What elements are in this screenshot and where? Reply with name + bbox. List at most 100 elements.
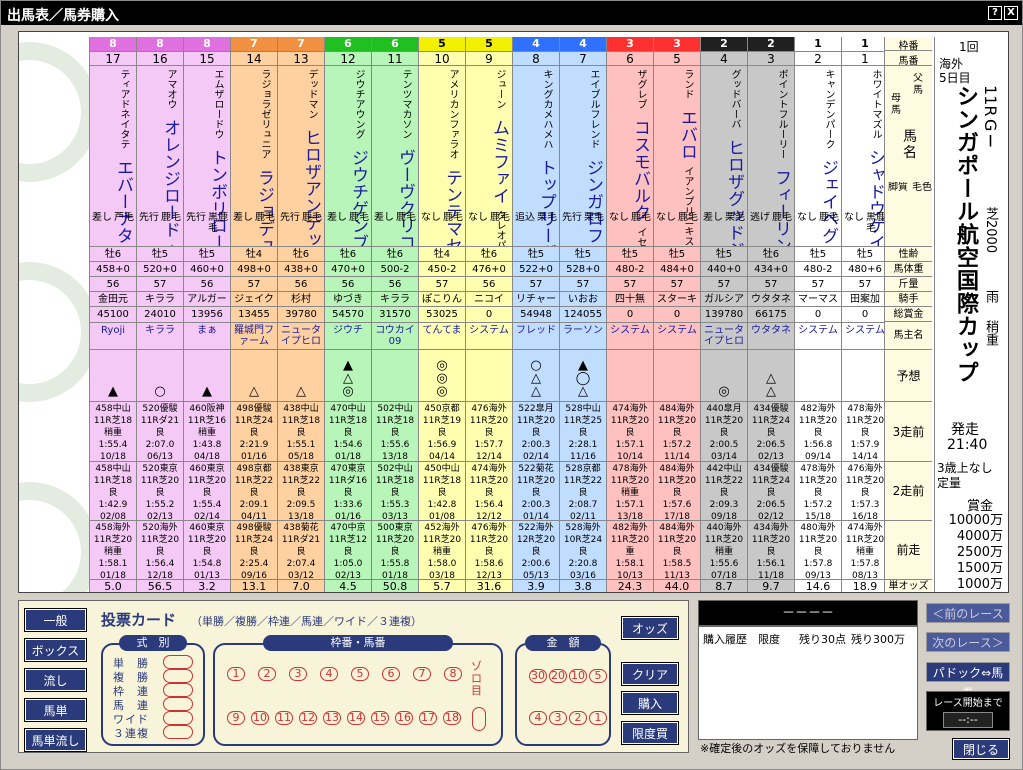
bet-type-toggle[interactable]: [163, 711, 193, 725]
horse-number-toggle[interactable]: 11: [275, 711, 293, 725]
bet-type-toggle[interactable]: [163, 697, 193, 711]
prediction-marks[interactable]: ▲ △ ◎: [325, 349, 371, 401]
prediction-marks[interactable]: [842, 349, 888, 401]
past-race-line: 480海外: [800, 523, 836, 533]
horse-number-toggle[interactable]: 12: [299, 711, 317, 725]
horse-column[interactable]: 59ジューンムミファイクレオパトラバールなし鹿毛牡6476+056ニコイ0システ…: [465, 37, 512, 592]
horse-name[interactable]: ジウチゲンブー: [346, 149, 371, 246]
horse-column[interactable]: 714ラジョラゼリュニアラジョデュランテラジョウオイシュ差し鹿毛牡4498+05…: [230, 37, 277, 592]
horse-name[interactable]: エバーナタルシア: [111, 159, 136, 246]
horse-column[interactable]: 816アマオウオレンジロードカミノユウウヤ先行鹿毛牡5520+057キララ240…: [136, 37, 183, 592]
amount-toggle[interactable]: 3: [549, 711, 567, 725]
horse-name[interactable]: ムミファイ: [487, 119, 512, 204]
horse-column[interactable]: 611テンツマカソンヴーヴクリコヴーラ差し鹿毛牡6500-256キララ31570…: [371, 37, 418, 592]
horse-number-toggle[interactable]: 15: [371, 711, 389, 725]
horse-number-toggle[interactable]: 8: [444, 667, 462, 681]
prediction-marks[interactable]: [372, 349, 418, 401]
horse-number-toggle[interactable]: 16: [395, 711, 413, 725]
bet-type-toggle[interactable]: [163, 683, 193, 697]
horse-number-toggle[interactable]: 3: [289, 667, 307, 681]
horse-column[interactable]: 817ティアドネイタテエバーナタルシアエバーユナイト差し芦毛牡6458+056金…: [89, 37, 136, 592]
horse-column[interactable]: 713デッドマンヒロザアンデッドヒロザヨロシコ先行鹿毛牡6438+056杉村39…: [277, 37, 324, 592]
horse-column[interactable]: 3 5 ランドエバロイアンプリニキス なし 鹿毛 牡5 484+0 57 スターキ 0 システム 48…: [653, 37, 700, 592]
prediction-marks[interactable]: ◎ ◎ ◎: [419, 349, 465, 401]
amount-toggle[interactable]: 5: [589, 669, 607, 683]
prediction-marks[interactable]: ◎: [701, 349, 747, 401]
amount-toggle[interactable]: 1: [589, 711, 607, 725]
prediction-marks[interactable]: [795, 349, 841, 401]
prediction-marks[interactable]: ○ △ △: [513, 349, 559, 401]
horse-column[interactable]: 24グッドバーバヒロザグッドジジヒロザメロディ差し栗毛牡5440+057ガルシア…: [700, 37, 747, 592]
horse-column[interactable]: 47エイブルフレンドジンガロフレンドジンガロフェリタイ先行栗毛牡5528+057…: [559, 37, 606, 592]
horse-number-toggle[interactable]: 14: [347, 711, 365, 725]
horse-name[interactable]: ジンガロフレンド: [581, 159, 606, 246]
umatan-nagashi-button[interactable]: 馬単流し: [24, 728, 87, 752]
horse-name[interactable]: ヴーヴクリコ: [393, 149, 418, 246]
prediction-marks[interactable]: [466, 349, 512, 401]
horse-name[interactable]: コスモバルク: [628, 119, 653, 221]
close-button[interactable]: 閉じる: [952, 738, 1010, 760]
horse-name[interactable]: フィーリンギウン: [769, 169, 794, 246]
horse-name[interactable]: ヒロザグッドジジ: [722, 139, 747, 246]
bet-type-toggle[interactable]: [163, 669, 193, 683]
prediction-marks[interactable]: ▲ ◯ △: [560, 349, 606, 401]
horse-name[interactable]: ラジョデュランテ: [252, 169, 277, 246]
horse-number-toggle[interactable]: 4: [320, 667, 338, 681]
past-race-line: 11R芝24: [234, 416, 274, 426]
horse-number-toggle[interactable]: 18: [443, 711, 461, 725]
horse-column[interactable]: 23ボイントフルーリーフィーリンギウンフィーリングウッド逃げ鹿毛牡6434+05…: [747, 37, 794, 592]
umatan-button[interactable]: 馬単: [24, 698, 87, 722]
horse-number-toggle[interactable]: 2: [258, 667, 276, 681]
horse-column[interactable]: 48キングカメハメハトップリーダーポリシーダンタ追込栗毛牡5522+057リチャ…: [512, 37, 559, 592]
horse-name[interactable]: ヒロザアンデッド: [299, 129, 324, 246]
horse-column[interactable]: 815エムザロードウトンボリローキンエムアテロージキンガー先行黒鹿毛牡5460+…: [183, 37, 230, 592]
horse-number-toggle[interactable]: 17: [419, 711, 437, 725]
prediction-marks[interactable]: ○: [137, 349, 183, 401]
paddock-toggle-button[interactable]: パドック⇔馬券: [926, 662, 1010, 700]
horse-column[interactable]: 36 ザグレブコスモバルクイセノトショウなし鹿毛牡5480-257四十無0システム…: [606, 37, 653, 592]
next-race-button[interactable]: 次のレース＞: [926, 632, 1010, 652]
horse-number-toggle[interactable]: 9: [227, 711, 245, 725]
bet-type-toggle[interactable]: [163, 655, 193, 669]
amount-toggle[interactable]: 4: [529, 711, 547, 725]
horse-number-toggle[interactable]: 6: [382, 667, 400, 681]
horse-name[interactable]: ジェイベグ: [816, 159, 841, 244]
past-race-line: 500東京: [377, 523, 413, 533]
horse-number-toggle[interactable]: 1: [227, 667, 245, 681]
clear-button[interactable]: クリア: [621, 662, 679, 686]
amount-toggle[interactable]: 10: [569, 669, 587, 683]
buy-button[interactable]: 購入: [621, 691, 679, 715]
prediction-marks[interactable]: ▲: [90, 349, 136, 401]
nagashi-button[interactable]: 流し: [24, 668, 87, 692]
odds-button[interactable]: オッズ: [621, 616, 679, 640]
prediction-marks[interactable]: ▲: [184, 349, 230, 401]
prediction-marks[interactable]: △: [231, 349, 277, 401]
close-window-button[interactable]: X: [1004, 6, 1018, 20]
horse-number-toggle[interactable]: 7: [413, 667, 431, 681]
horse-column[interactable]: 12キャンデンパークジェイベグラップトップデフィなし鹿毛牡5480-257マーマ…: [794, 37, 841, 592]
box-button[interactable]: ボックス: [24, 638, 87, 662]
amount-toggle[interactable]: 30: [529, 669, 547, 683]
horse-name[interactable]: エバロ: [675, 109, 700, 160]
horse-number-toggle[interactable]: 5: [351, 667, 369, 681]
horse-number-toggle[interactable]: 10: [251, 711, 269, 725]
general-button[interactable]: 一般: [24, 608, 87, 632]
help-button[interactable]: ?: [988, 6, 1002, 20]
history-list[interactable]: 購入履歴 限度 残り30点 残り300万: [698, 626, 918, 740]
horse-column[interactable]: 612ジウチアウングジウチゲンブージウチウンポー差し鹿毛牡6470+056ゆづき…: [324, 37, 371, 592]
amount-toggle[interactable]: 2: [569, 711, 587, 725]
prediction-marks[interactable]: [654, 349, 700, 401]
zoro-toggle[interactable]: [472, 707, 486, 731]
bet-type-toggle[interactable]: [163, 725, 193, 739]
horse-column[interactable]: 11ホワイトマズルシャドウゲイトファビラスターなし黒鹿毛牡5480+657田案加…: [841, 37, 888, 592]
prediction-marks[interactable]: [607, 349, 653, 401]
amount-toggle[interactable]: 20: [549, 669, 567, 683]
horse-name[interactable]: テンテマセイヴァー: [440, 169, 465, 246]
prediction-marks[interactable]: △ △: [748, 349, 794, 401]
horse-name[interactable]: トップリーダー: [534, 159, 559, 246]
prev-race-button[interactable]: ＜前のレース: [926, 603, 1010, 623]
horse-column[interactable]: 510アメリカンファラオテンテマセイヴァーソレミアなし鹿毛牡4450-257ぽこ…: [418, 37, 465, 592]
limit-buy-button[interactable]: 限度買: [621, 721, 679, 745]
prediction-marks[interactable]: △: [278, 349, 324, 401]
horse-number-toggle[interactable]: 13: [323, 711, 341, 725]
